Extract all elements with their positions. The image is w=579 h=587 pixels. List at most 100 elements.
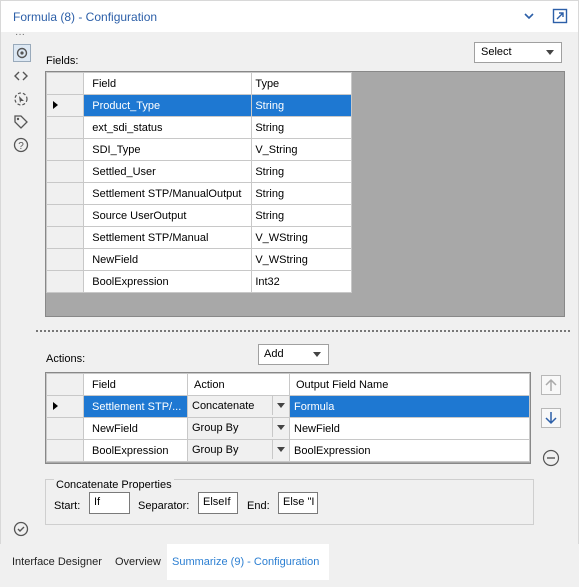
- add-dropdown[interactable]: Add: [258, 344, 329, 365]
- move-up-button[interactable]: [541, 375, 561, 395]
- check-circle-icon[interactable]: [13, 521, 29, 537]
- title-bar: Formula (8) - Configuration: [0, 0, 579, 33]
- field-cell[interactable]: BoolExpression: [83, 270, 253, 293]
- table-row[interactable]: Settlement STP/ManualOutput String: [45, 182, 352, 205]
- type-cell[interactable]: String: [251, 94, 352, 117]
- field-cell[interactable]: NewField: [83, 417, 188, 440]
- type-cell[interactable]: String: [251, 116, 352, 139]
- field-cell[interactable]: ext_sdi_status: [83, 116, 253, 139]
- start-input[interactable]: If: [89, 492, 130, 514]
- table-row[interactable]: Settlement STP/... Concatenate Formula: [46, 395, 530, 418]
- configuration-panel: ··· ? Fields: Select Field Type Product_…: [0, 29, 579, 544]
- action-combo[interactable]: Group By: [187, 439, 290, 462]
- splitter[interactable]: [36, 330, 570, 332]
- tab-interface-designer[interactable]: Interface Designer: [7, 544, 107, 580]
- row-header-corner: [46, 373, 84, 396]
- column-header-field[interactable]: Field: [83, 373, 188, 396]
- table-row[interactable]: SDI_Type V_String: [45, 138, 352, 161]
- row-selector[interactable]: [45, 160, 85, 183]
- column-header-type[interactable]: Type: [251, 72, 352, 95]
- output-field-cell[interactable]: BoolExpression: [289, 439, 530, 462]
- more-icon[interactable]: ···: [15, 29, 25, 40]
- table-row[interactable]: BoolExpression Group By BoolExpression: [46, 439, 530, 462]
- type-cell[interactable]: String: [251, 204, 352, 227]
- chevron-down-icon: [277, 425, 285, 430]
- current-row-arrow-icon: [53, 401, 58, 410]
- field-cell[interactable]: Source UserOutput: [83, 204, 253, 227]
- concatenate-properties-title: Concatenate Properties: [54, 479, 174, 491]
- gear-icon[interactable]: [13, 44, 31, 62]
- start-label: Start:: [54, 500, 81, 512]
- row-selector[interactable]: [46, 439, 84, 462]
- separator-input[interactable]: ElseIf: [198, 492, 238, 514]
- tab-overview[interactable]: Overview: [110, 544, 166, 580]
- row-selector[interactable]: [45, 182, 85, 205]
- actions-grid: Field Action Output Field Name Settlemen…: [45, 372, 531, 464]
- row-selector[interactable]: [45, 270, 85, 293]
- fields-label: Fields:: [46, 55, 79, 67]
- type-cell[interactable]: V_String: [251, 138, 352, 161]
- type-cell[interactable]: String: [251, 182, 352, 205]
- action-combo[interactable]: Group By: [187, 417, 290, 440]
- action-value: Group By: [192, 444, 239, 456]
- chevron-down-icon: [277, 403, 285, 408]
- current-row-arrow-icon: [53, 100, 58, 109]
- code-icon[interactable]: [13, 68, 29, 84]
- tab-summarize-configuration[interactable]: Summarize (9) - Configuration: [167, 544, 329, 580]
- end-label: End:: [247, 500, 270, 512]
- chevron-down-icon: [277, 447, 285, 452]
- table-row[interactable]: Product_Type String: [45, 94, 352, 117]
- row-selector[interactable]: [45, 204, 85, 227]
- table-row[interactable]: ext_sdi_status String: [45, 116, 352, 139]
- row-selector[interactable]: [45, 138, 85, 161]
- field-cell[interactable]: NewField: [83, 248, 253, 271]
- combo-button[interactable]: [272, 440, 289, 459]
- field-cell[interactable]: Settlement STP/Manual: [83, 226, 253, 249]
- field-cell[interactable]: Settlement STP/ManualOutput: [83, 182, 253, 205]
- tag-icon[interactable]: [13, 114, 29, 130]
- chevron-down-icon[interactable]: [521, 8, 537, 24]
- table-row[interactable]: Settled_User String: [45, 160, 352, 183]
- move-down-button[interactable]: [541, 408, 561, 428]
- row-selector[interactable]: [45, 94, 85, 117]
- action-combo[interactable]: Concatenate: [187, 395, 290, 418]
- remove-button[interactable]: [542, 449, 560, 467]
- table-row[interactable]: NewField Group By NewField: [46, 417, 530, 440]
- column-header-action[interactable]: Action: [187, 373, 290, 396]
- end-input[interactable]: Else "I: [278, 492, 318, 514]
- combo-button[interactable]: [272, 418, 289, 437]
- dropdown-arrow-icon: [313, 352, 321, 357]
- select-dropdown[interactable]: Select: [474, 42, 562, 63]
- row-header-corner: [45, 72, 85, 95]
- field-cell[interactable]: SDI_Type: [83, 138, 253, 161]
- cursor-icon[interactable]: [13, 91, 29, 107]
- field-cell[interactable]: Settled_User: [83, 160, 253, 183]
- row-selector[interactable]: [46, 417, 84, 440]
- column-header-field[interactable]: Field: [83, 72, 253, 95]
- type-cell[interactable]: Int32: [251, 270, 352, 293]
- field-cell[interactable]: Settlement STP/...: [83, 395, 188, 418]
- row-selector[interactable]: [46, 395, 84, 418]
- type-cell[interactable]: V_WString: [251, 226, 352, 249]
- row-selector[interactable]: [45, 248, 85, 271]
- dropdown-arrow-icon: [546, 50, 554, 55]
- help-icon[interactable]: ?: [13, 137, 29, 153]
- fields-grid: Field Type Product_Type String ext_sdi_sta…: [45, 71, 565, 317]
- undock-icon[interactable]: [552, 8, 568, 24]
- field-cell[interactable]: BoolExpression: [83, 439, 188, 462]
- bottom-tab-bar: Interface Designer Overview Summarize (9…: [0, 544, 579, 587]
- table-row[interactable]: Source UserOutput String: [45, 204, 352, 227]
- table-row[interactable]: Settlement STP/Manual V_WString: [45, 226, 352, 249]
- row-selector[interactable]: [45, 226, 85, 249]
- row-selector[interactable]: [45, 116, 85, 139]
- type-cell[interactable]: String: [251, 160, 352, 183]
- output-field-cell[interactable]: Formula: [289, 395, 530, 418]
- svg-text:?: ?: [18, 141, 24, 152]
- table-row[interactable]: NewField V_WString: [45, 248, 352, 271]
- table-row[interactable]: BoolExpression Int32: [45, 270, 352, 293]
- type-cell[interactable]: V_WString: [251, 248, 352, 271]
- column-header-output-field-name[interactable]: Output Field Name: [289, 373, 530, 396]
- field-cell[interactable]: Product_Type: [83, 94, 253, 117]
- output-field-cell[interactable]: NewField: [289, 417, 530, 440]
- combo-button[interactable]: [272, 396, 289, 415]
